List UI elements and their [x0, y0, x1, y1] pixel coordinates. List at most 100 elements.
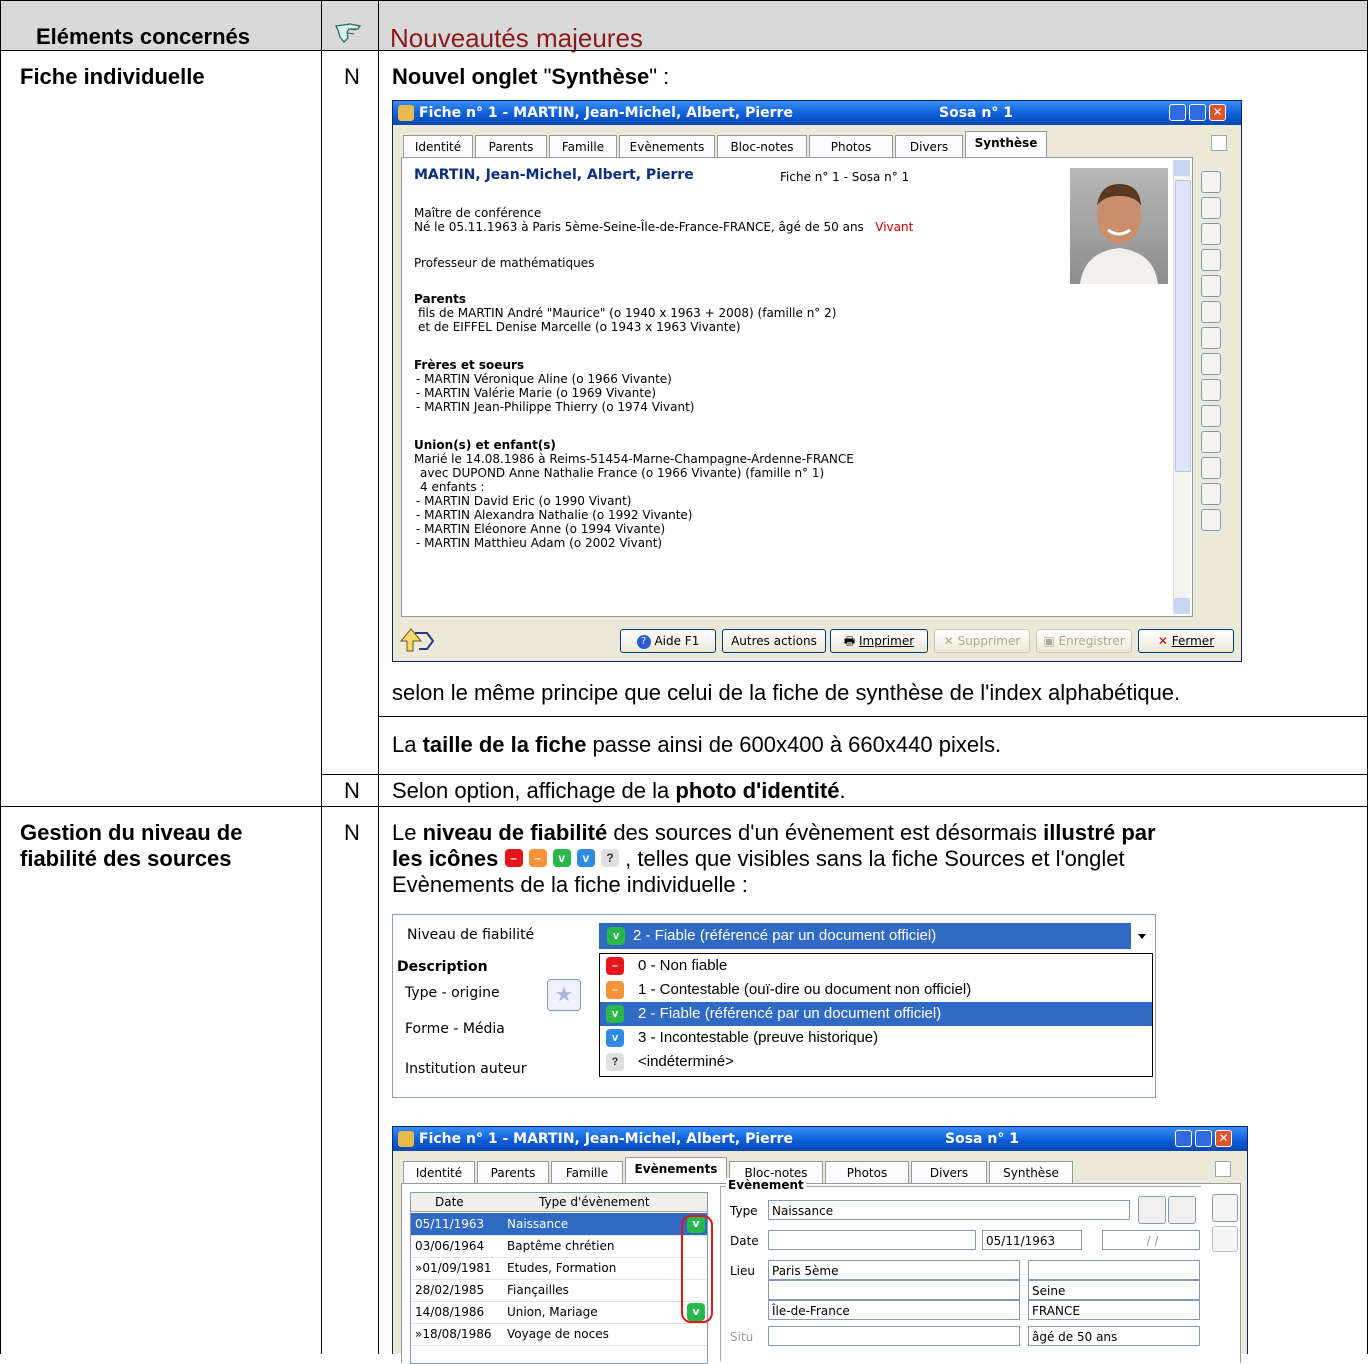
table-row[interactable]: »18/08/1986 Voyage de noces [411, 1323, 707, 1346]
pointing-hand-icon [334, 20, 362, 44]
event-date: »18/08/1986 [415, 1327, 492, 1341]
tab-divers[interactable]: Divers [895, 135, 963, 157]
grid-header: Date Type d'évènement [411, 1193, 707, 1212]
tab-parents[interactable]: Parents [475, 135, 547, 157]
unreliable-icon: – [606, 957, 624, 975]
scrollbar[interactable] [1173, 160, 1191, 614]
close-icon[interactable]: ✕ [1215, 1130, 1232, 1147]
parents-heading: Parents [414, 292, 467, 306]
tab-evenements[interactable]: Evènements [625, 1157, 727, 1184]
window-title: Fiche n° 1 - MARTIN, Jean-Michel, Albert… [419, 1131, 793, 1147]
chevron-down-icon[interactable] [1131, 923, 1153, 949]
delete-icon: ✕ [943, 634, 954, 648]
country-input[interactable]: FRANCE [1028, 1300, 1200, 1320]
dept-input[interactable]: Seine [1028, 1280, 1200, 1300]
eraser-icon[interactable] [1168, 1196, 1196, 1224]
lieu-input-2[interactable] [1028, 1260, 1200, 1280]
help-button[interactable]: ? Aide F1 [620, 629, 716, 653]
tab-identite[interactable]: Identité [403, 1161, 475, 1183]
situ-input[interactable] [768, 1326, 1020, 1346]
table-row[interactable]: 28/02/1985 Fiançailles [411, 1279, 707, 1302]
maximize-button[interactable] [1189, 104, 1206, 121]
fiabilite-panel: Niveau de fiabilité v 2 - Fiable (référe… [392, 914, 1156, 1098]
fiche-window-synthese: Fiche n° 1 - MARTIN, Jean-Michel, Albert… [392, 100, 1242, 662]
table-row[interactable]: 03/06/1964 Baptême chrétien [411, 1235, 707, 1258]
id-icon[interactable] [1212, 1194, 1238, 1222]
birth: Né le 05.11.1963 à Paris 5ème-Seine-Île-… [414, 220, 914, 234]
outline-icon[interactable] [1201, 457, 1221, 479]
calc-icon[interactable] [1138, 1196, 1166, 1224]
row-flag: N [344, 820, 360, 845]
table-row[interactable]: 14/08/1986 Union, Mariage v [411, 1301, 707, 1324]
group-icon[interactable] [1201, 327, 1221, 349]
family-icon[interactable] [1201, 249, 1221, 271]
table-row[interactable]: 05/11/1963 Naissance v [411, 1213, 707, 1236]
event-date: 28/02/1985 [415, 1283, 485, 1297]
lieu-input[interactable]: Paris 5ème [768, 1260, 1020, 1280]
tab-synthese[interactable]: Synthèse [965, 131, 1047, 158]
fiab-option-2[interactable]: v2 - Fiable (référencé par un document o… [600, 1002, 1152, 1026]
siblings-icon[interactable] [1201, 301, 1221, 323]
pink-icon[interactable] [1201, 405, 1221, 427]
fiche-info: Fiche n° 1 - Sosa n° 1 [780, 170, 910, 184]
delete-button[interactable]: ✕ Supprimer [934, 629, 1030, 653]
tab-divers[interactable]: Divers [911, 1161, 987, 1183]
age-input[interactable]: âgé de 50 ans [1028, 1326, 1200, 1346]
date-input-2[interactable]: / / [1102, 1230, 1200, 1250]
fiab-select[interactable]: v 2 - Fiable (référencé par un document … [599, 923, 1153, 949]
tab-photos[interactable]: Photos [825, 1161, 909, 1183]
fiab-option-0[interactable]: –0 - Non fiable [600, 954, 1152, 978]
fiab-option-3[interactable]: v3 - Incontestable (preuve historique) [600, 1026, 1152, 1050]
parent-line: fils de MARTIN André "Maurice" (o 1940 x… [418, 306, 837, 320]
other-actions-button[interactable]: Autres actions [722, 629, 826, 653]
tab-evenements[interactable]: Evènements [619, 135, 715, 157]
region-input[interactable]: Île-de-France [768, 1300, 1020, 1320]
minimize-button[interactable] [1169, 104, 1186, 121]
tab-identite[interactable]: Identité [403, 135, 473, 157]
event-group-title: Evènement [726, 1178, 806, 1192]
couple-icon[interactable] [1201, 223, 1221, 245]
people-icon[interactable] [1201, 483, 1221, 505]
save-button[interactable]: ▣ Enregistrer [1036, 629, 1132, 653]
close-button[interactable]: ✕ Fermer [1138, 629, 1234, 653]
lieu-label: Lieu [730, 1264, 756, 1278]
tab-famille[interactable]: Famille [551, 1161, 623, 1183]
globe-people-icon[interactable] [1201, 509, 1221, 531]
union-line: 4 enfants : [420, 480, 485, 494]
person-name: MARTIN, Jean-Michel, Albert, Pierre [414, 167, 694, 183]
print-button[interactable]: 🖶 Imprimer [830, 629, 928, 653]
maximize-button[interactable] [1195, 1130, 1212, 1147]
close-icon[interactable]: ✕ [1209, 104, 1226, 121]
document-icon[interactable] [1201, 197, 1221, 219]
star-icon[interactable]: ★ [547, 979, 581, 1011]
fiab-option-1[interactable]: –1 - Contestable (ouï-dire ou document n… [600, 978, 1152, 1002]
sibling-line: - MARTIN Valérie Marie (o 1969 Vivante) [416, 386, 657, 400]
minimize-button[interactable] [1175, 1130, 1192, 1147]
union-heading: Union(s) et enfant(s) [414, 438, 556, 452]
window-sosa: Sosa n° 1 [945, 1131, 1019, 1147]
fiab-option-4[interactable]: ? <indéterminé> [600, 1050, 1152, 1074]
link-icon[interactable] [1212, 1226, 1238, 1252]
notes-icon[interactable] [1201, 353, 1221, 375]
date-qualifier[interactable] [768, 1230, 976, 1250]
checkbox[interactable] [1215, 1161, 1231, 1177]
tab-photos[interactable]: Photos [809, 135, 893, 157]
list-icon[interactable] [1201, 379, 1221, 401]
window-titlebar: Fiche n° 1 - MARTIN, Jean-Michel, Albert… [393, 101, 1241, 125]
save-icon: ▣ [1043, 634, 1055, 648]
tab-bloc-notes[interactable]: Bloc-notes [717, 135, 807, 157]
child-line: - MARTIN David Eric (o 1990 Vivant) [416, 494, 632, 508]
navigation-icon[interactable] [399, 627, 435, 653]
children-icon[interactable] [1201, 275, 1221, 297]
grid-line [378, 0, 379, 1354]
table-row[interactable]: »01/09/1981 Etudes, Formation [411, 1257, 707, 1280]
person-icon[interactable] [1201, 171, 1221, 193]
tab-synthese[interactable]: Synthèse [989, 1161, 1073, 1183]
tab-famille[interactable]: Famille [549, 135, 617, 157]
tree-icon[interactable] [1201, 431, 1221, 453]
tab-parents[interactable]: Parents [477, 1161, 549, 1183]
checkbox[interactable] [1211, 135, 1227, 151]
date-input[interactable]: 05/11/1963 [982, 1230, 1082, 1250]
type-select[interactable]: Naissance [768, 1200, 1130, 1220]
lieu-sub[interactable] [768, 1280, 1020, 1300]
